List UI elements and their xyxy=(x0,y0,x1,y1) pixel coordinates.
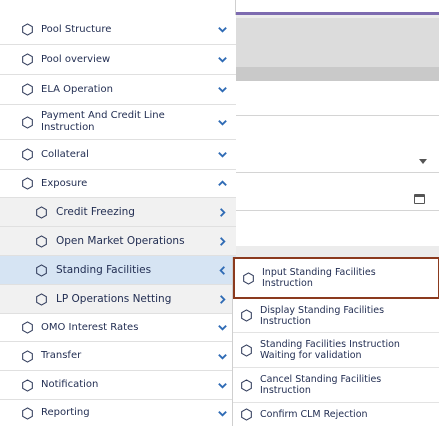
sidebar-item-label: Pool Structure xyxy=(41,23,112,35)
sidebar-item-label: Exposure xyxy=(41,177,88,189)
submenu-item-display-standing-facilities[interactable]: Display Standing Facilities Instruction xyxy=(233,299,439,333)
sidebar-item-label: Open Market Operations xyxy=(56,235,185,247)
submenu-item-waiting-for-validation[interactable]: Standing Facilities Instruction Waiting … xyxy=(233,333,439,368)
submenu-item-label: Confirm CLM Rejection xyxy=(260,409,368,420)
sidebar-item-label: Notification xyxy=(41,379,99,390)
hexagon-outline-icon xyxy=(20,321,34,335)
hexagon-outline-icon xyxy=(20,115,34,129)
hexagon-outline-icon xyxy=(20,378,34,392)
chevron-down-icon[interactable] xyxy=(216,84,228,96)
submenu-item-input-standing-facilities[interactable]: Input Standing Facilities Instruction xyxy=(233,257,439,299)
sidebar-item-label: OMO Interest Rates xyxy=(41,321,139,333)
chevron-down-icon[interactable] xyxy=(216,407,228,419)
sidebar-item-exposure[interactable]: Exposure xyxy=(0,170,236,198)
top-bar xyxy=(236,0,439,15)
hexagon-outline-icon xyxy=(239,408,253,422)
sidebar-item-label: Transfer xyxy=(41,350,82,361)
chevron-up-icon[interactable] xyxy=(216,178,228,190)
sidebar-item-label: Credit Freezing xyxy=(56,206,135,218)
hexagon-outline-icon xyxy=(34,263,48,277)
content-header xyxy=(236,18,439,67)
hexagon-outline-icon xyxy=(34,292,48,306)
sidebar-item-label: LP Operations Netting xyxy=(56,293,172,305)
hexagon-outline-icon xyxy=(20,53,34,67)
hexagon-outline-icon xyxy=(20,406,34,420)
submenu-item-label: Display Standing Facilities Instruction xyxy=(260,304,385,327)
sidebar-item-pool-overview[interactable]: Pool overview xyxy=(0,45,236,75)
chevron-down-icon[interactable] xyxy=(216,54,228,66)
submenu-item-cancel-standing-facilities[interactable]: Cancel Standing Facilities Instruction xyxy=(233,368,439,403)
hexagon-outline-icon xyxy=(20,349,34,363)
sidebar-item-collateral[interactable]: Collateral xyxy=(0,140,236,170)
chevron-down-icon[interactable] xyxy=(216,322,228,334)
sidebar-item-label: Standing Facilities xyxy=(56,264,152,276)
sidebar-nav: Pool Structure Pool overview ELA Operati… xyxy=(0,0,236,426)
hexagon-outline-icon xyxy=(239,309,253,323)
sidebar-item-label: Reporting xyxy=(41,407,90,418)
submenu-item-label: Cancel Standing Facilities Instruction xyxy=(260,374,382,396)
standing-facilities-submenu: Input Standing Facilities Instruction Di… xyxy=(232,257,439,426)
hexagon-outline-icon xyxy=(20,148,34,162)
sidebar-item-payment-credit-line[interactable]: Payment And Credit Line Instruction xyxy=(0,105,236,140)
sidebar-item-notification[interactable]: Notification xyxy=(0,371,236,400)
sidebar-item-label: Pool overview xyxy=(41,53,111,65)
sidebar-item-label: Collateral xyxy=(41,148,89,160)
chevron-right-icon[interactable] xyxy=(216,235,228,247)
submenu-item-label: Input Standing Facilities Instruction xyxy=(262,267,376,289)
chevron-down-icon[interactable] xyxy=(216,379,228,391)
content-toolbar xyxy=(236,67,439,81)
sidebar-item-credit-freezing[interactable]: Credit Freezing xyxy=(0,198,236,227)
sidebar-item-label: Payment And Credit Line Instruction xyxy=(41,110,165,133)
hexagon-outline-icon xyxy=(239,378,253,392)
hexagon-outline-icon xyxy=(34,234,48,248)
hexagon-outline-icon xyxy=(34,205,48,219)
submenu-item-confirm-clm-rejection[interactable]: Confirm CLM Rejection xyxy=(233,403,439,426)
date-field-underline xyxy=(236,210,439,211)
sidebar-item-label: ELA Operation xyxy=(41,83,113,95)
hexagon-outline-icon xyxy=(20,23,34,37)
sidebar-item-standing-facilities[interactable]: Standing Facilities xyxy=(0,256,236,285)
chevron-down-icon[interactable] xyxy=(216,149,228,161)
sidebar-item-ela-operation[interactable]: ELA Operation xyxy=(0,75,236,105)
chevron-down-icon[interactable] xyxy=(216,116,228,128)
chevron-right-icon[interactable] xyxy=(216,206,228,218)
caret-down-icon[interactable] xyxy=(419,159,427,164)
sidebar-item-transfer[interactable]: Transfer xyxy=(0,342,236,371)
sidebar-item-open-market-operations[interactable]: Open Market Operations xyxy=(0,227,236,256)
hexagon-outline-icon xyxy=(20,177,34,191)
form-divider xyxy=(236,115,439,116)
form-panel xyxy=(236,81,439,246)
hexagon-outline-icon xyxy=(20,83,34,97)
chevron-right-icon[interactable] xyxy=(216,293,228,305)
chevron-left-icon[interactable] xyxy=(216,264,228,276)
sidebar-item-reporting[interactable]: Reporting xyxy=(0,400,236,426)
calendar-icon[interactable] xyxy=(414,194,425,204)
chevron-down-icon[interactable] xyxy=(216,350,228,362)
select-field-underline xyxy=(236,172,439,173)
sidebar-item-lp-operations-netting[interactable]: LP Operations Netting xyxy=(0,285,236,314)
hexagon-outline-icon xyxy=(241,271,255,285)
chevron-down-icon[interactable] xyxy=(216,24,228,36)
sidebar-item-omo-interest-rates[interactable]: OMO Interest Rates xyxy=(0,314,236,342)
submenu-item-label: Standing Facilities Instruction Waiting … xyxy=(260,339,400,361)
hexagon-outline-icon xyxy=(239,343,253,357)
sidebar-item-pool-structure[interactable]: Pool Structure xyxy=(0,15,236,45)
